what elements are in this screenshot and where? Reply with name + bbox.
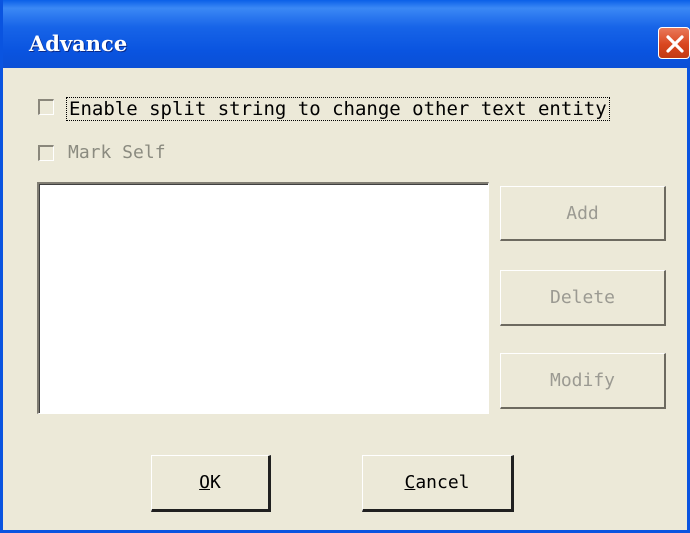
title-bar[interactable]: Advance [3, 0, 690, 68]
split-string-checkbox[interactable] [38, 99, 54, 115]
ok-label-rest: K [210, 472, 221, 493]
ok-mnemonic: O [199, 472, 210, 493]
cancel-mnemonic: C [404, 472, 416, 493]
dialog-client-area: Enable split string to change other text… [3, 68, 687, 530]
close-button[interactable] [658, 27, 690, 59]
split-string-label[interactable]: Enable split string to change other text… [66, 97, 610, 121]
cancel-button[interactable]: Cancel [362, 455, 514, 512]
mark-self-checkbox[interactable] [38, 145, 54, 161]
modify-button[interactable]: Modify [500, 353, 666, 409]
delete-button[interactable]: Delete [500, 270, 666, 326]
split-string-text: Enable split string to change other text… [66, 97, 610, 121]
cancel-label-rest: ancel [415, 472, 470, 493]
dialog-title: Advance [29, 31, 128, 56]
close-x-icon [666, 35, 684, 53]
add-button[interactable]: Add [500, 186, 666, 241]
entity-listbox[interactable] [37, 182, 489, 414]
mark-self-label: Mark Self [68, 142, 166, 163]
ok-button[interactable]: OK [151, 455, 271, 512]
